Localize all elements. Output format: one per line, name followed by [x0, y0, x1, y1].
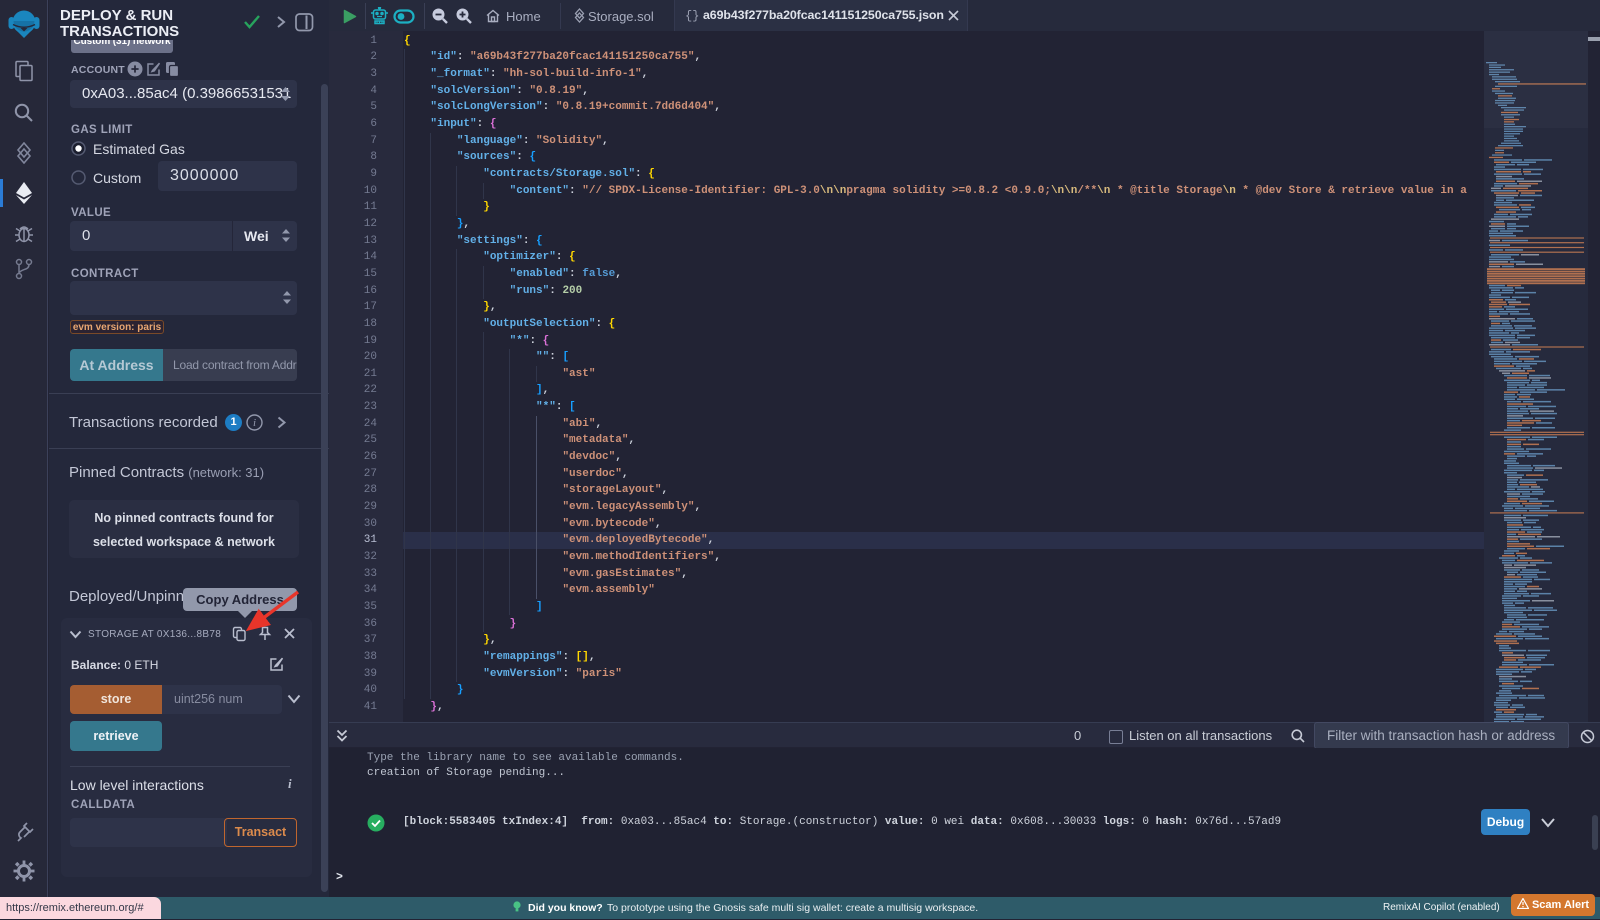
svg-text:i: i: [253, 417, 256, 429]
